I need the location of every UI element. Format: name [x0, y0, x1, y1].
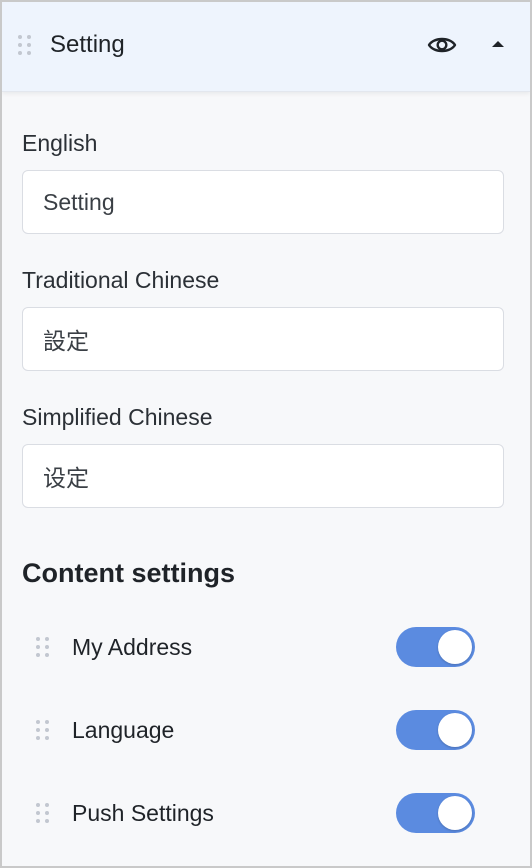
setting-label: My Address: [72, 634, 193, 660]
panel-header[interactable]: Setting: [2, 2, 530, 92]
setting-label: Push Settings: [72, 800, 214, 826]
traditional-chinese-label: Traditional Chinese: [22, 267, 220, 293]
panel-title: Setting: [50, 31, 125, 58]
visibility-toggle-button[interactable]: [425, 30, 459, 60]
simplified-chinese-input[interactable]: [22, 444, 504, 508]
toggle-knob: [438, 713, 472, 747]
simplified-chinese-label: Simplified Chinese: [22, 404, 213, 430]
content-settings-title: Content settings: [22, 558, 235, 588]
collapse-button[interactable]: [484, 30, 512, 58]
traditional-chinese-input[interactable]: [22, 307, 504, 371]
setting-row-my-address: My Address: [2, 617, 530, 677]
drag-handle-icon[interactable]: [36, 720, 49, 740]
setting-row-language: Language: [2, 700, 530, 760]
toggle-knob: [438, 796, 472, 830]
setting-row-push-settings: Push Settings: [2, 783, 530, 843]
drag-handle-icon[interactable]: [18, 35, 31, 55]
my-address-toggle[interactable]: [396, 627, 475, 667]
drag-handle-icon[interactable]: [36, 637, 49, 657]
english-input[interactable]: [22, 170, 504, 234]
eye-icon: [427, 37, 457, 53]
english-label: English: [22, 130, 98, 156]
settings-panel: Setting English Traditional Chinese Simp…: [0, 0, 532, 868]
push-settings-toggle[interactable]: [396, 793, 475, 833]
language-toggle[interactable]: [396, 710, 475, 750]
toggle-knob: [438, 630, 472, 664]
setting-label: Language: [72, 717, 175, 743]
caret-up-icon: [492, 41, 504, 47]
drag-handle-icon[interactable]: [36, 803, 49, 823]
